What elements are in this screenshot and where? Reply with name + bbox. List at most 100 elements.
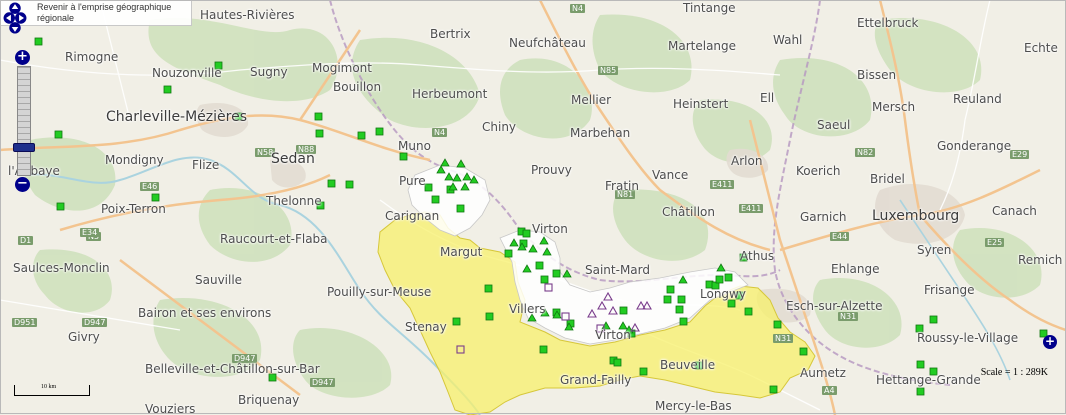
place-label: Ehlange [831, 262, 880, 276]
place-label: Briquenay [238, 393, 300, 407]
place-label: Neufchâteau [509, 36, 586, 50]
place-label: Mellier [571, 93, 612, 107]
place-label: Tintange [683, 1, 736, 15]
back-label-line1: Revenir à l'emprise géographique [37, 2, 172, 12]
place-label: Raucourt-et-Flaba [220, 232, 328, 246]
place-label: Hautes-Rivières [200, 8, 295, 22]
place-label: Pure [399, 174, 426, 188]
place-label: Virton [532, 222, 568, 236]
place-label: Arlon [731, 154, 763, 168]
zoom-out-button[interactable]: − [15, 177, 30, 192]
road-shield: E34 [80, 228, 100, 237]
zoom-control[interactable]: + − [13, 50, 35, 192]
place-label: Martelange [668, 39, 737, 53]
place-label: Mersch [872, 100, 916, 114]
place-label: Mogimont [312, 61, 372, 75]
scale-bar-label: 10 km [41, 384, 57, 390]
road-shield: D947 [82, 318, 108, 327]
place-label: Châtillon [662, 205, 715, 219]
place-label: Syren [917, 243, 952, 257]
place-label: Muno [398, 139, 431, 153]
road-shield: E46 [140, 182, 160, 191]
road-shield: A4 [822, 386, 837, 395]
place-label: Canach [992, 204, 1037, 218]
place-label: Koerich [796, 164, 841, 178]
place-label: Rimogne [65, 50, 119, 64]
scale-bar: 10 km [14, 384, 90, 396]
place-label: Aumetz [800, 366, 846, 380]
road-shield: N82 [855, 148, 876, 157]
place-label: Stenay [405, 320, 447, 334]
place-label: Saulces-Monclin [13, 261, 110, 275]
place-label: Thelonne [266, 194, 322, 208]
road-shield: E411 [710, 180, 735, 189]
place-label: Pouilly-sur-Meuse [327, 285, 432, 299]
place-label: Remich [1018, 253, 1063, 267]
place-label: Mondigny [105, 153, 164, 167]
expand-layer-switcher-button[interactable]: + [1043, 335, 1057, 349]
place-label: Villers [509, 302, 546, 316]
place-label: Vouziers [145, 402, 196, 415]
place-label: Longwy [700, 287, 746, 301]
place-label: Sedan [271, 151, 315, 167]
place-label: Athus [740, 249, 775, 263]
road-shield: D1 [18, 236, 34, 245]
place-label: Virton [595, 328, 631, 342]
place-label: Beuveille [660, 358, 716, 372]
place-label: Charleville-Mézières [106, 109, 248, 125]
road-shield: E29 [1010, 150, 1030, 159]
place-label: Poix-Terron [101, 202, 166, 216]
place-label: Carignan [385, 209, 440, 223]
scale-ratio: Scale = 1 : 289K [980, 367, 1048, 378]
road-shield: N31 [838, 312, 859, 321]
place-label: Fratin [605, 179, 639, 193]
place-label: Wahl [773, 33, 803, 47]
place-label: Belleville-et-Châtillon-sur-Bar [145, 362, 320, 376]
place-label: Bouillon [333, 80, 382, 94]
place-label: Vance [652, 168, 689, 182]
place-label: Bairon et ses environs [138, 306, 272, 320]
place-label: Ettelbruck [857, 16, 919, 30]
place-label: Frisange [924, 283, 975, 297]
place-label: Sugny [250, 65, 288, 79]
place-label: Echte [1024, 41, 1058, 55]
place-label: Hettange-Grande [876, 373, 981, 387]
place-label: Chiny [482, 120, 517, 134]
place-label: Bridel [870, 172, 905, 186]
place-label: Esch-sur-Alzette [786, 299, 883, 313]
place-label: Ell [760, 91, 775, 105]
zoom-slider-handle[interactable] [13, 143, 35, 152]
back-label-line2: régionale [37, 13, 75, 23]
place-label: Nouzonville [152, 66, 222, 80]
place-label: Saeul [817, 118, 851, 132]
place-label: Prouvy [531, 163, 572, 177]
place-label: Saint-Mard [585, 263, 650, 277]
place-label: Garnich [800, 210, 847, 224]
road-shield: N4 [570, 4, 586, 13]
road-shield: D947 [310, 378, 336, 387]
place-label: Bissen [857, 68, 897, 82]
place-label: Heinstert [673, 97, 729, 111]
place-label: Givry [68, 330, 100, 344]
place-label: Mercy-le-Bas [655, 399, 732, 413]
place-label: Roussy-le-Village [917, 331, 1019, 345]
road-shield: E25 [985, 238, 1005, 247]
place-label: Flize [192, 158, 220, 172]
place-label: Luxembourg [872, 208, 960, 224]
road-shield: N4 [432, 128, 448, 137]
place-label: Margut [440, 245, 483, 259]
place-label: Herbeumont [412, 87, 488, 101]
pan-control[interactable] [0, 0, 30, 36]
road-shield: N85 [598, 66, 619, 75]
zoom-in-button[interactable]: + [15, 50, 30, 65]
road-shield: E44 [830, 232, 850, 241]
road-shield: N31 [773, 334, 794, 343]
road-shield: E411 [739, 204, 764, 213]
place-label: Bertrix [430, 27, 471, 41]
place-label: Grand-Failly [560, 373, 632, 387]
place-label: Reuland [953, 92, 1002, 106]
map-canvas[interactable]: N4 N85 N88 N4 N81 N82 E411 E25 E44 E29 E… [0, 0, 1066, 415]
zoom-slider[interactable] [13, 66, 35, 176]
place-label: Marbehan [570, 126, 631, 140]
road-shield: D951 [12, 318, 38, 327]
